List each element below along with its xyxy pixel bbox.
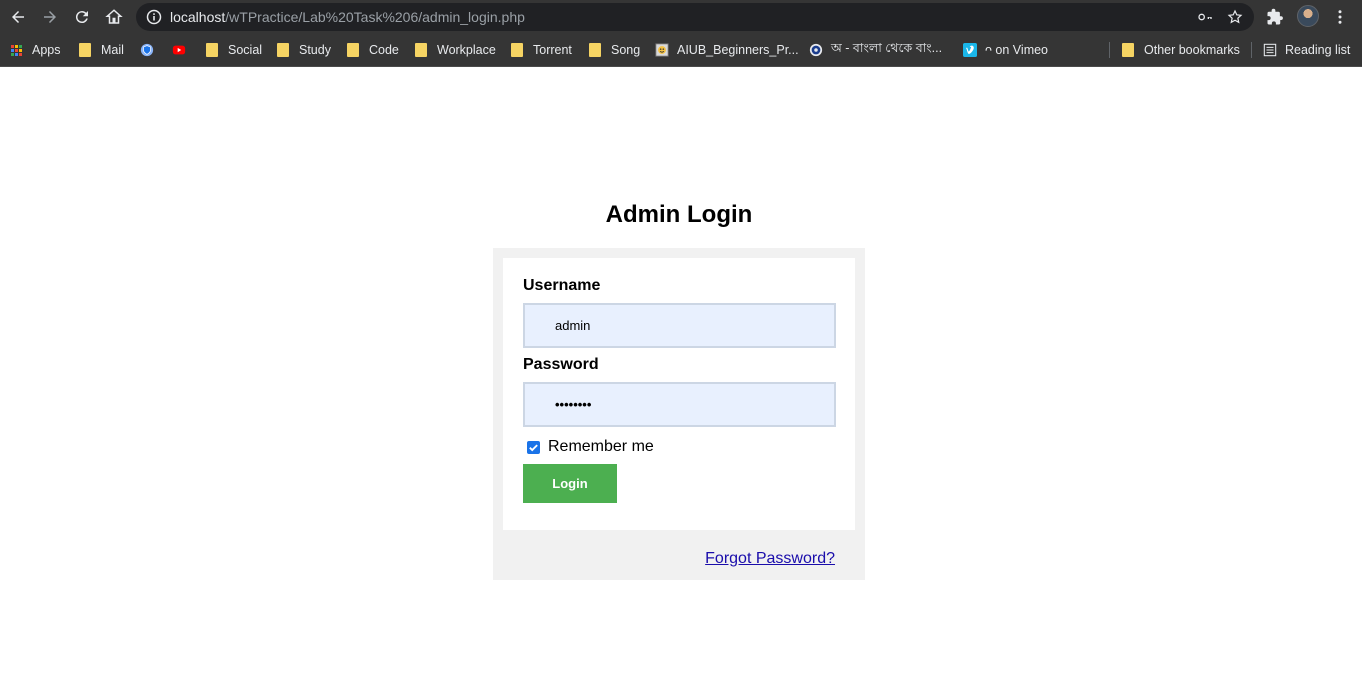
home-button[interactable] <box>101 4 127 30</box>
reading-list-icon <box>1263 43 1277 57</box>
forgot-password-link[interactable]: Forgot Password? <box>705 550 835 568</box>
bookmark-label: Workplace <box>437 43 496 57</box>
info-icon[interactable] <box>146 9 162 25</box>
home-icon <box>105 9 123 24</box>
url-path: /wTPractice/Lab%20Task%206/admin_login.p… <box>225 9 525 25</box>
site-icon <box>655 43 669 57</box>
bookmark-vimeo[interactable]: ᴖ on Vimeo <box>963 41 1048 59</box>
bookmark-aiub[interactable]: AIUB_Beginners_Pr... <box>655 41 799 59</box>
remember-me-label: Remember me <box>548 438 654 455</box>
folder-icon <box>415 43 427 57</box>
password-label: Password <box>523 356 599 373</box>
browser-menu-button[interactable] <box>1328 5 1352 29</box>
forward-arrow-icon <box>44 11 56 23</box>
bookmark-label: অ - বাংলা থেকে বাং... <box>831 41 943 55</box>
folder-icon <box>277 43 289 57</box>
bookmark-label: Code <box>369 43 399 57</box>
youtube-icon <box>172 45 186 55</box>
reading-list[interactable]: Reading list <box>1263 41 1350 59</box>
extensions-button[interactable] <box>1263 5 1287 29</box>
bookmark-torrent[interactable]: Torrent <box>511 41 572 59</box>
bookmark-mail[interactable]: Mail <box>79 41 124 59</box>
bookmark-label: Torrent <box>533 43 572 57</box>
bookmark-label: AIUB_Beginners_Pr... <box>677 43 799 57</box>
reload-button[interactable] <box>69 4 95 30</box>
login-form-body: Username admin Password •••••••• Remembe… <box>503 258 855 530</box>
bookmark-separator <box>1109 42 1110 58</box>
forward-button[interactable] <box>37 4 63 30</box>
url-text[interactable]: localhost/wTPractice/Lab%20Task%206/admi… <box>170 9 525 25</box>
bookmark-star-button[interactable] <box>1226 8 1244 26</box>
bookmark-label: ᴖ on Vimeo <box>985 43 1049 57</box>
reload-icon <box>75 11 88 24</box>
bookmark-study[interactable]: Study <box>277 41 331 59</box>
bookmarks-bar: Apps Mail Social Study Code Workplace To… <box>0 34 1362 67</box>
bookmark-workplace[interactable]: Workplace <box>415 41 496 59</box>
password-input[interactable]: •••••••• <box>523 382 836 427</box>
bookmark-youtube[interactable] <box>172 41 194 59</box>
login-button[interactable]: Login <box>523 464 617 503</box>
profile-avatar[interactable] <box>1297 5 1319 27</box>
password-key-button[interactable] <box>1196 8 1214 26</box>
apps-grid-icon <box>11 44 22 56</box>
bookmark-shield[interactable] <box>140 41 162 59</box>
bookmark-song[interactable]: Song <box>589 41 640 59</box>
puzzle-icon <box>1267 8 1283 25</box>
address-bar[interactable]: localhost/wTPractice/Lab%20Task%206/admi… <box>136 3 1254 31</box>
bookmark-label: Mail <box>101 43 124 57</box>
star-icon <box>1227 9 1243 24</box>
folder-icon <box>1122 43 1134 57</box>
bookmark-apps[interactable]: Apps <box>11 41 61 59</box>
folder-icon <box>589 43 601 57</box>
shield-icon <box>140 43 154 57</box>
bookmark-other[interactable]: Other bookmarks <box>1122 41 1240 59</box>
bookmark-separator <box>1251 42 1252 58</box>
url-host: localhost <box>170 9 226 25</box>
back-button[interactable] <box>5 4 31 30</box>
login-form: Username admin Password •••••••• Remembe… <box>493 248 865 580</box>
globe-icon <box>809 43 823 57</box>
bookmark-label: Song <box>611 43 641 57</box>
folder-icon <box>511 43 523 57</box>
checkmark-icon <box>529 443 538 451</box>
bookmark-social[interactable]: Social <box>206 41 262 59</box>
username-label: Username <box>523 277 601 294</box>
bookmark-label: Other bookmarks <box>1144 43 1240 57</box>
bookmark-label: Social <box>228 43 263 57</box>
bookmark-code[interactable]: Code <box>347 41 399 59</box>
remember-me-row[interactable]: Remember me <box>527 438 654 456</box>
bookmark-bangla[interactable]: অ - বাংলা থেকে বাং... <box>809 41 942 59</box>
folder-icon <box>79 43 91 57</box>
bookmark-label: Study <box>299 43 331 57</box>
key-icon <box>1198 13 1212 21</box>
kebab-menu-icon <box>1338 10 1342 24</box>
folder-icon <box>347 43 359 57</box>
back-arrow-icon <box>12 11 24 23</box>
browser-toolbar: localhost/wTPractice/Lab%20Task%206/admi… <box>0 0 1362 34</box>
remember-me-checkbox[interactable] <box>527 440 540 454</box>
vimeo-icon <box>963 43 977 57</box>
bookmark-label: Apps <box>32 43 61 57</box>
folder-icon <box>206 43 218 57</box>
bookmark-label: Reading list <box>1285 43 1351 57</box>
username-input[interactable]: admin <box>523 303 836 348</box>
page-title: Admin Login <box>605 201 753 228</box>
